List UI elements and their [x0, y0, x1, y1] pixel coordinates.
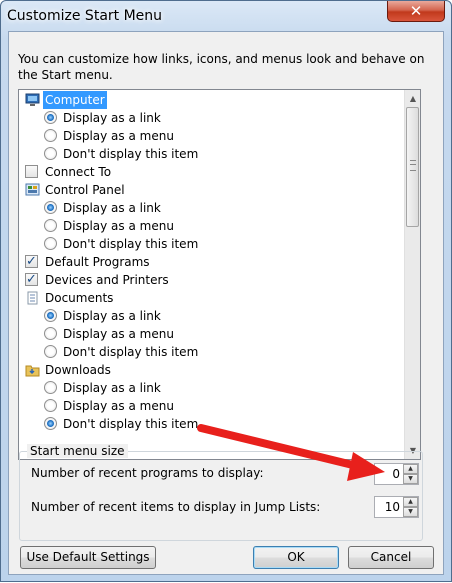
annotation-arrow — [197, 424, 385, 481]
customize-start-menu-dialog: Customize Start Menu ✕ You can customize… — [0, 0, 452, 582]
